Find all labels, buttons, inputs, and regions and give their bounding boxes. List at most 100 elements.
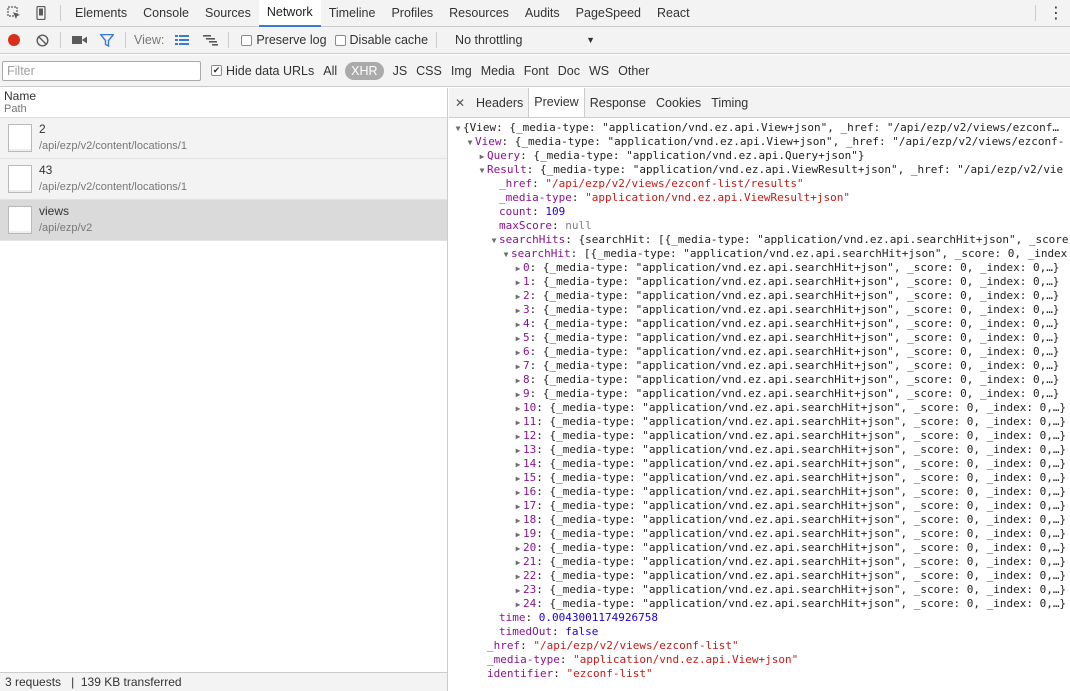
json-tree-line[interactable]: ▶ 1: {_media-type: "application/vnd.ez.ap… <box>449 275 1070 289</box>
detail-tabs: ✕ Headers Preview Response Cookies Timing <box>449 88 1070 118</box>
json-tree-line[interactable]: ▼ searchHits: {searchHit: [{_media-type: … <box>449 233 1070 247</box>
preserve-log-checkbox[interactable]: Preserve log <box>241 33 327 47</box>
clear-button[interactable] <box>28 27 56 54</box>
toolbar-divider <box>60 32 61 48</box>
json-tree-line[interactable]: ▶ 15: {_media-type: "application/vnd.ez.a… <box>449 471 1070 485</box>
json-colon: : <box>536 597 550 610</box>
json-colon: : <box>520 149 534 162</box>
json-tree-line[interactable]: ▶ 24: {_media-type: "application/vnd.ez.a… <box>449 597 1070 611</box>
json-tree-line[interactable]: ▶ 6: {_media-type: "application/vnd.ez.ap… <box>449 345 1070 359</box>
json-tree-line[interactable]: ▶ Query: {_media-type: "application/vnd.e… <box>449 149 1070 163</box>
json-tree-line[interactable]: ▶ 10: {_media-type: "application/vnd.ez.a… <box>449 401 1070 415</box>
overview-button[interactable] <box>196 27 224 54</box>
json-index: 18 <box>523 513 537 526</box>
json-tree-line[interactable]: ▼ searchHit: [{_media-type: "application/… <box>449 247 1070 261</box>
tab-pagespeed[interactable]: PageSpeed <box>568 0 649 27</box>
json-tree-line[interactable]: ▶ 0: {_media-type: "application/vnd.ez.ap… <box>449 261 1070 275</box>
json-tree-line[interactable]: ▶ 20: {_media-type: "application/vnd.ez.a… <box>449 541 1070 555</box>
json-tree-line[interactable]: ▶ 7: {_media-type: "application/vnd.ez.ap… <box>449 359 1070 373</box>
json-tree-line[interactable]: ▼ Result: {_media-type: "application/vnd.… <box>449 163 1070 177</box>
json-summary: {_media-type: "application/vnd.ez.api.se… <box>549 457 1067 470</box>
tab-console[interactable]: Console <box>135 0 197 27</box>
hide-data-urls-checkbox[interactable]: ✔ Hide data URLs <box>211 64 314 78</box>
tab-timeline[interactable]: Timeline <box>321 0 384 27</box>
json-tree-line[interactable]: ▼ View: {_media-type: "application/vnd.ez… <box>449 135 1070 149</box>
filter-type-img[interactable]: Img <box>451 62 472 80</box>
tab-preview[interactable]: Preview <box>528 88 585 117</box>
request-row[interactable]: views/api/ezp/v2 <box>0 200 447 241</box>
json-tree-line[interactable]: ▶ 3: {_media-type: "application/vnd.ez.ap… <box>449 303 1070 317</box>
json-tree-line: maxScore: null <box>449 219 1070 233</box>
name-column-header[interactable]: Name Path <box>0 88 447 118</box>
json-tree-line[interactable]: ▶ 17: {_media-type: "application/vnd.ez.a… <box>449 499 1070 513</box>
tab-resources[interactable]: Resources <box>441 0 517 27</box>
filter-type-doc[interactable]: Doc <box>558 62 580 80</box>
disable-cache-checkbox[interactable]: Disable cache <box>334 33 428 47</box>
tab-sources[interactable]: Sources <box>197 0 259 27</box>
json-colon: : <box>525 611 539 624</box>
json-tree-line[interactable]: ▼ {View: {_media-type: "application/vnd.e… <box>449 121 1070 135</box>
request-row[interactable]: 43/api/ezp/v2/content/locations/1 <box>0 159 447 200</box>
json-tree-line[interactable]: ▶ 2: {_media-type: "application/vnd.ez.ap… <box>449 289 1070 303</box>
tab-profiles[interactable]: Profiles <box>383 0 441 27</box>
json-tree-line[interactable]: ▶ 12: {_media-type: "application/vnd.ez.a… <box>449 429 1070 443</box>
json-tree-line[interactable]: ▶ 4: {_media-type: "application/vnd.ez.ap… <box>449 317 1070 331</box>
tab-elements[interactable]: Elements <box>67 0 135 27</box>
json-value: "application/vnd.ez.api.ViewResult+json" <box>585 191 851 204</box>
json-tree-line[interactable]: ▶ 21: {_media-type: "application/vnd.ez.a… <box>449 555 1070 569</box>
json-summary: {_media-type: "application/vnd.ez.api.se… <box>549 513 1067 526</box>
json-tree-line[interactable]: ▶ 9: {_media-type: "application/vnd.ez.ap… <box>449 387 1070 401</box>
tab-response[interactable]: Response <box>585 88 651 117</box>
large-rows-button[interactable] <box>168 27 196 54</box>
filter-type-css[interactable]: CSS <box>416 62 442 80</box>
request-name: 43 <box>39 163 53 177</box>
tab-timing[interactable]: Timing <box>706 88 753 117</box>
tab-audits[interactable]: Audits <box>517 0 568 27</box>
json-tree-line[interactable]: ▶ 19: {_media-type: "application/vnd.ez.a… <box>449 527 1070 541</box>
tab-cookies[interactable]: Cookies <box>651 88 706 117</box>
json-colon: : <box>553 667 567 680</box>
collapsed-arrow-icon: ▶ <box>515 474 521 483</box>
json-tree-line[interactable]: ▶ 18: {_media-type: "application/vnd.ez.a… <box>449 513 1070 527</box>
json-tree-line[interactable]: ▶ 5: {_media-type: "application/vnd.ez.ap… <box>449 331 1070 345</box>
json-summary: {_media-type: "application/vnd.ez.api.se… <box>542 261 1060 274</box>
json-tree-line[interactable]: ▶ 22: {_media-type: "application/vnd.ez.a… <box>449 569 1070 583</box>
filter-type-other[interactable]: Other <box>618 62 649 80</box>
record-button[interactable] <box>0 27 28 54</box>
json-colon: : <box>559 653 574 666</box>
filter-type-js[interactable]: JS <box>393 62 408 80</box>
json-tree-line[interactable]: ▶ 16: {_media-type: "application/vnd.ez.a… <box>449 485 1070 499</box>
json-tree-line[interactable]: ▶ 11: {_media-type: "application/vnd.ez.a… <box>449 415 1070 429</box>
capture-screenshots-button[interactable] <box>65 27 93 54</box>
tab-network[interactable]: Network <box>258 0 321 27</box>
device-mode-icon[interactable] <box>27 0 54 27</box>
json-summary: {_media-type: "application/vnd.ez.api.se… <box>542 303 1060 316</box>
json-index: 22 <box>523 569 537 582</box>
json-root-summary: {View: {_media-type: "application/vnd.ez… <box>463 121 1060 134</box>
filter-type-ws[interactable]: WS <box>589 62 609 80</box>
more-options-icon[interactable]: ⋮ <box>1042 3 1070 23</box>
close-icon[interactable]: ✕ <box>449 88 471 117</box>
throttling-select[interactable]: No throttling ▼ <box>455 33 595 47</box>
json-tree-line[interactable]: ▶ 23: {_media-type: "application/vnd.ez.a… <box>449 583 1070 597</box>
document-icon <box>8 124 32 152</box>
filter-type-xhr[interactable]: XHR <box>345 61 384 80</box>
filter-input[interactable] <box>2 60 201 81</box>
inspect-element-icon[interactable] <box>0 0 27 27</box>
filter-type-font[interactable]: Font <box>524 62 549 80</box>
tab-react[interactable]: React <box>649 0 698 27</box>
json-tree-line[interactable]: ▶ 13: {_media-type: "application/vnd.ez.a… <box>449 443 1070 457</box>
request-row[interactable]: 2/api/ezp/v2/content/locations/1 <box>0 118 447 159</box>
tab-headers[interactable]: Headers <box>471 88 528 117</box>
filter-toggle-button[interactable] <box>93 27 121 54</box>
json-tree-line[interactable]: ▶ 8: {_media-type: "application/vnd.ez.ap… <box>449 373 1070 387</box>
json-key: time <box>499 611 526 624</box>
json-colon: : <box>536 457 550 470</box>
json-key: View <box>475 135 502 148</box>
filter-type-all[interactable]: All <box>323 62 337 80</box>
json-tree-line[interactable]: ▶ 14: {_media-type: "application/vnd.ez.a… <box>449 457 1070 471</box>
filter-type-media[interactable]: Media <box>481 62 515 80</box>
json-colon: : <box>529 359 543 372</box>
